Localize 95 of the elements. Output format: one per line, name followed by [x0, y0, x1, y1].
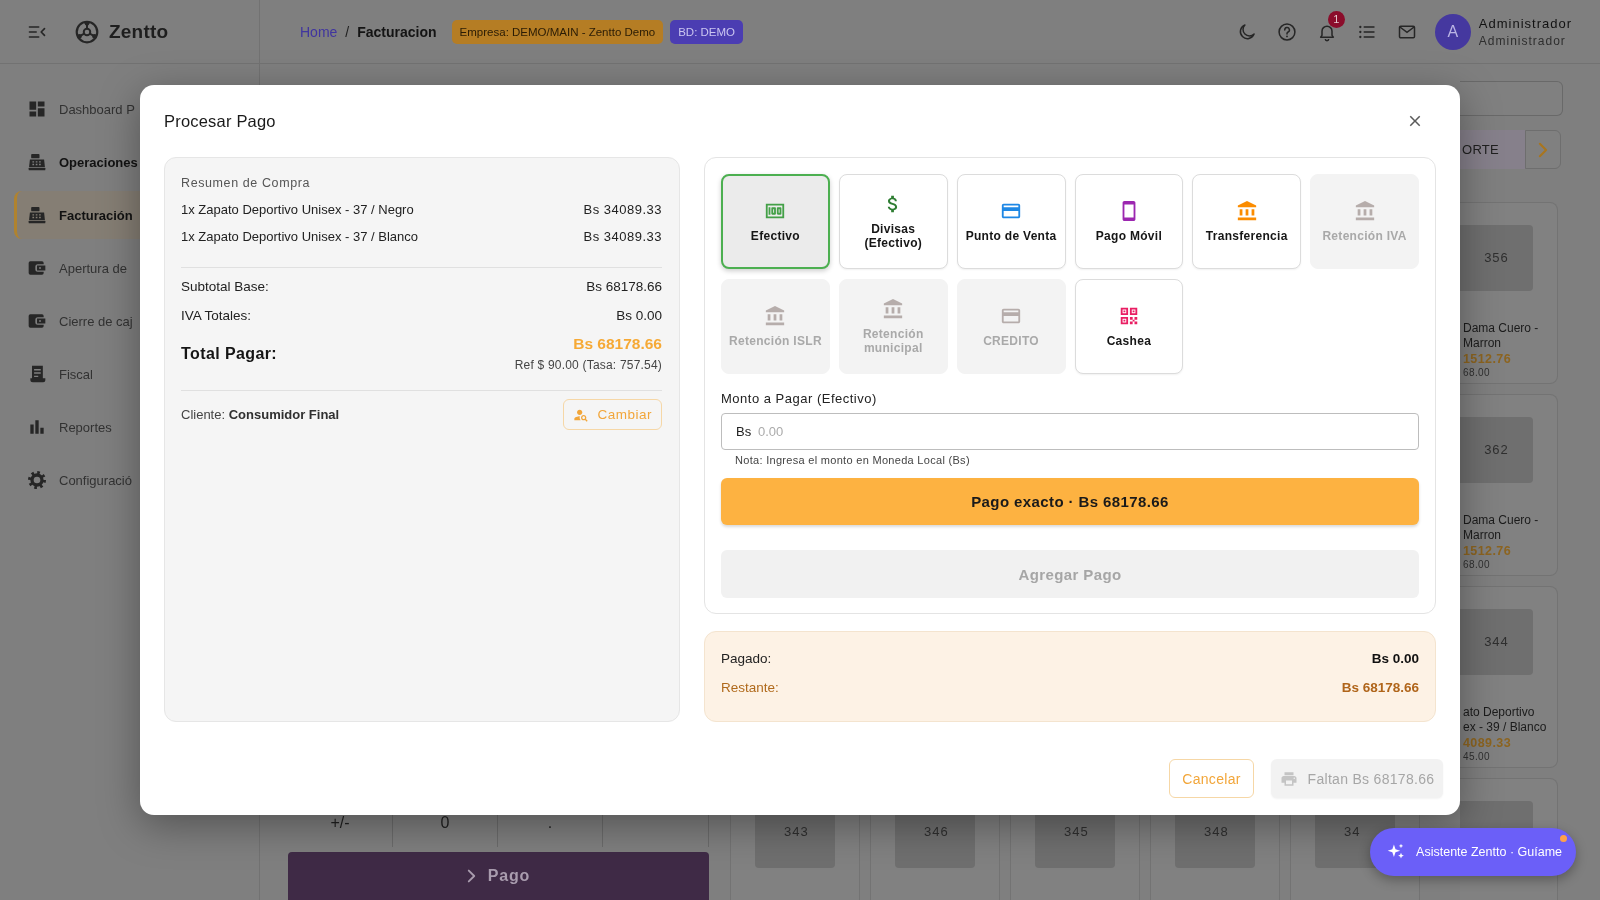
paid-label: Pagado:: [721, 650, 772, 668]
currency-prefix: Bs: [736, 424, 752, 439]
payment-method-button[interactable]: Efectivo: [721, 174, 830, 269]
bank-icon: [1353, 200, 1376, 222]
product-price: 4089.33: [1462, 735, 1511, 751]
avatar[interactable]: A: [1434, 13, 1471, 50]
cancel-button[interactable]: Cancelar: [1169, 759, 1254, 798]
sidebar-item[interactable]: Fiscal: [14, 350, 140, 398]
remaining-value: Bs 68178.66: [1341, 679, 1419, 697]
product-card[interactable]: 348: [1150, 815, 1280, 900]
product-card[interactable]: 343: [730, 815, 860, 900]
image-placeholder: 344: [1460, 609, 1533, 675]
image-placeholder: 362: [1460, 417, 1533, 483]
toolbar-button[interactable]: ORTE: [1460, 130, 1525, 169]
product-card[interactable]: 356 Dama Cuero - Marron 1512.76 68.00: [1460, 202, 1558, 384]
text-field[interactable]: [1460, 81, 1563, 116]
field-label: Monto a Pagar (Efectivo): [721, 391, 878, 407]
line-item-name: 1x Zapato Deportivo Unisex - 37 / Blanco: [181, 228, 418, 246]
breadcrumb-current: Facturacion: [357, 23, 437, 40]
sidebar-item[interactable]: Apertura de: [14, 244, 140, 292]
user-role: Administrador: [1478, 33, 1567, 48]
sidebar-item[interactable]: Configuració: [14, 456, 140, 504]
bank-icon: [764, 305, 787, 327]
product-stock: 45.00: [1462, 751, 1491, 762]
exchange-rate-note: Ref $ 90.00 (Tasa: 757.54): [514, 358, 662, 373]
image-placeholder: 346: [895, 815, 975, 868]
product-price: 1512.76: [1462, 543, 1511, 559]
user-name: Administrador: [1478, 15, 1572, 31]
cash-register-icon: [27, 152, 47, 172]
product-card[interactable]: 362 Dama Cuero - Marron 1512.76 68.00: [1460, 394, 1558, 576]
cash-register-icon: [27, 205, 47, 225]
sidebar-item[interactable]: Facturación: [14, 191, 140, 239]
product-price: 1512.76: [1462, 351, 1511, 367]
breadcrumb-link[interactable]: Home: [300, 23, 338, 40]
product-name: ato Deportivo: [1462, 705, 1535, 720]
paid-value: Bs 0.00: [1371, 650, 1419, 668]
total-label: Total Pagar:: [181, 345, 278, 363]
product-stock: 68.00: [1462, 367, 1491, 378]
payment-method-button[interactable]: Cashea: [1074, 279, 1184, 374]
assistant-button[interactable]: Asistente Zentto · Guíame: [1370, 828, 1576, 876]
logo-icon: [74, 18, 100, 45]
brand-name: Zentto: [109, 20, 169, 43]
wallet-icon: [27, 311, 47, 331]
customer-text: Cliente: Consumidor Final: [181, 407, 340, 422]
change-customer-button[interactable]: Cambiar: [563, 399, 662, 430]
image-placeholder: 348: [1175, 815, 1255, 868]
remaining-label: Restante:: [721, 679, 779, 697]
notification-count: 1: [1327, 10, 1345, 28]
bank-icon: [1235, 200, 1258, 222]
product-name: Dama Cuero -: [1462, 513, 1539, 528]
helper-text: Nota: Ingresa el monto en Moneda Local (Bs): [734, 453, 971, 467]
section-heading: Resumen de Compra: [181, 175, 311, 191]
product-name: Dama Cuero -: [1462, 321, 1539, 336]
payment-method-button[interactable]: Punto de Venta: [956, 174, 1066, 269]
sidebar-item[interactable]: Cierre de caj: [14, 297, 140, 345]
settings-icon: [27, 470, 47, 490]
wallet-icon: [27, 258, 47, 278]
tax-value: Bs 0.00: [616, 307, 662, 325]
line-item-name: 1x Zapato Deportivo Unisex - 37 / Negro: [181, 201, 414, 219]
dashboard-icon: [27, 99, 47, 119]
company-badge: Empresa: DEMO/MAIN - Zentto Demo: [451, 19, 664, 44]
database-badge: BD: DEMO: [670, 19, 744, 44]
payment-method-button[interactable]: Divisas (Efectivo): [838, 174, 948, 269]
bank-icon: [882, 298, 905, 320]
image-placeholder: 343: [755, 815, 835, 868]
sidebar-item[interactable]: Operaciones: [14, 138, 140, 186]
product-name: ex - 39 / Blanco: [1462, 720, 1547, 735]
product-name: Marron: [1462, 336, 1501, 351]
subtotal-value: Bs 68178.66: [586, 278, 662, 296]
exact-amount-button[interactable]: Pago exacto · Bs 68178.66: [721, 478, 1419, 525]
total-value: Bs 68178.66: [573, 335, 662, 353]
product-stock: 68.00: [1462, 559, 1491, 570]
product-name: Marron: [1462, 528, 1501, 543]
bar-chart-icon: [27, 417, 47, 437]
payment-method-button[interactable]: Transferencia: [1192, 174, 1302, 269]
receipt-icon: [27, 364, 47, 384]
sidebar-item[interactable]: Dashboard P: [14, 85, 140, 133]
tax-label: IVA Totales:: [181, 307, 252, 325]
product-card[interactable]: 345: [1010, 815, 1140, 900]
pay-button[interactable]: Pago: [288, 852, 709, 900]
subtotal-label: Subtotal Base:: [181, 278, 269, 296]
payment-method-button[interactable]: Pago Móvil: [1074, 174, 1184, 269]
sidebar-item[interactable]: Reportes: [14, 403, 140, 451]
image-placeholder: 345: [1035, 815, 1115, 868]
product-card[interactable]: 346: [870, 815, 1000, 900]
chevron-right-icon: [466, 869, 476, 883]
modal-title: Procesar Pago: [164, 111, 276, 131]
line-item-amount: Bs 34089.33: [583, 201, 662, 219]
help-icon[interactable]: [1276, 21, 1297, 42]
image-placeholder: 356: [1460, 225, 1533, 291]
line-item-amount: Bs 34089.33: [583, 228, 662, 246]
product-card[interactable]: 344 ato Deportivo ex - 39 / Blanco 4089.33 45.00: [1460, 586, 1558, 768]
printer-icon: [1279, 769, 1298, 788]
chevron-right-icon: [1538, 141, 1548, 158]
breadcrumb-separator: /: [345, 23, 350, 40]
